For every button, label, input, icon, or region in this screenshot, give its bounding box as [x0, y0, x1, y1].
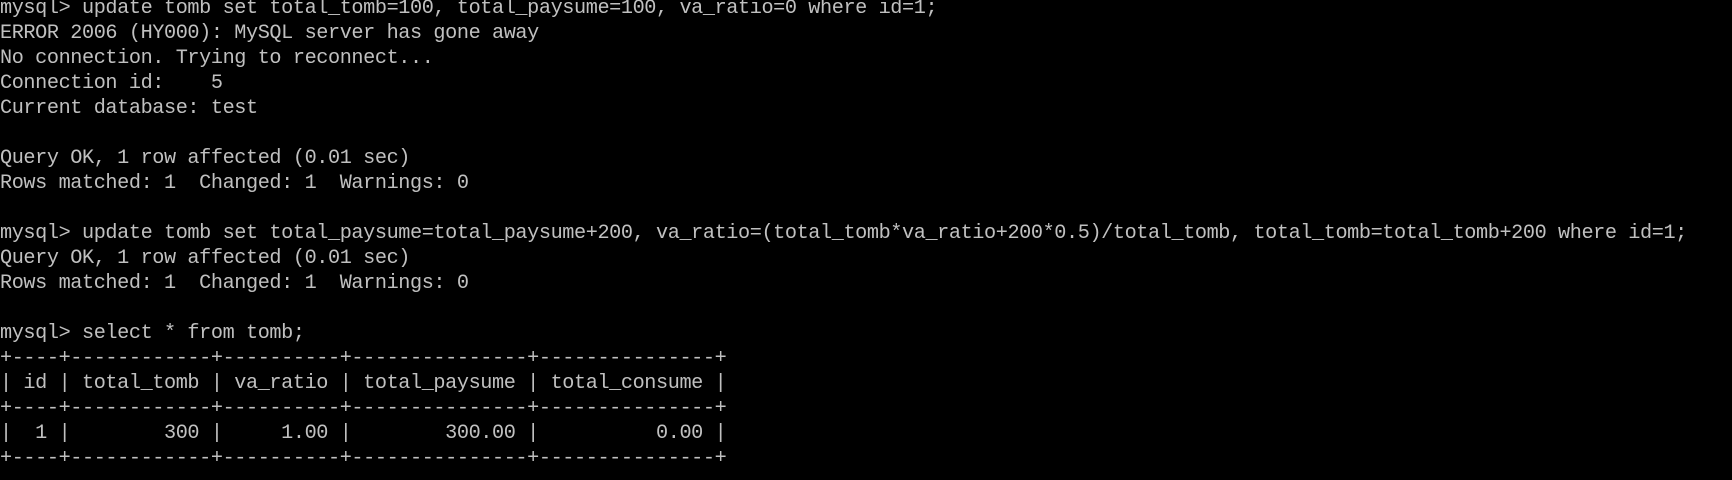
- command-line-select: mysql> select * from tomb;: [0, 322, 305, 345]
- terminal-window[interactable]: mysql> update tomb set total_tomb=100, t…: [0, 0, 1732, 480]
- table-header-row: | id | total_tomb | va_ratio | total_pay…: [0, 372, 727, 395]
- query-ok-line: Query OK, 1 row affected (0.01 sec): [0, 147, 411, 170]
- table-row: | 1 | 300 | 1.00 | 300.00 | 0.00 |: [0, 422, 727, 445]
- table-border-top: +----+------------+----------+----------…: [0, 347, 727, 370]
- rows-matched-line: Rows matched: 1 Changed: 1 Warnings: 0: [0, 172, 469, 195]
- rows-matched-line: Rows matched: 1 Changed: 1 Warnings: 0: [0, 272, 469, 295]
- connection-id-line: Connection id: 5: [0, 72, 223, 95]
- query-ok-line: Query OK, 1 row affected (0.01 sec): [0, 247, 411, 270]
- command-line-update-2: mysql> update tomb set total_paysume=tot…: [0, 222, 1687, 245]
- command-line-update-1: mysql> update tomb set total_tomb=100, t…: [0, 0, 938, 20]
- table-border-bottom: +----+------------+----------+----------…: [0, 447, 727, 470]
- error-message: ERROR 2006 (HY000): MySQL server has gon…: [0, 22, 539, 45]
- table-header-separator: +----+------------+----------+----------…: [0, 397, 727, 420]
- current-database-line: Current database: test: [0, 97, 258, 120]
- reconnect-message: No connection. Trying to reconnect...: [0, 47, 434, 70]
